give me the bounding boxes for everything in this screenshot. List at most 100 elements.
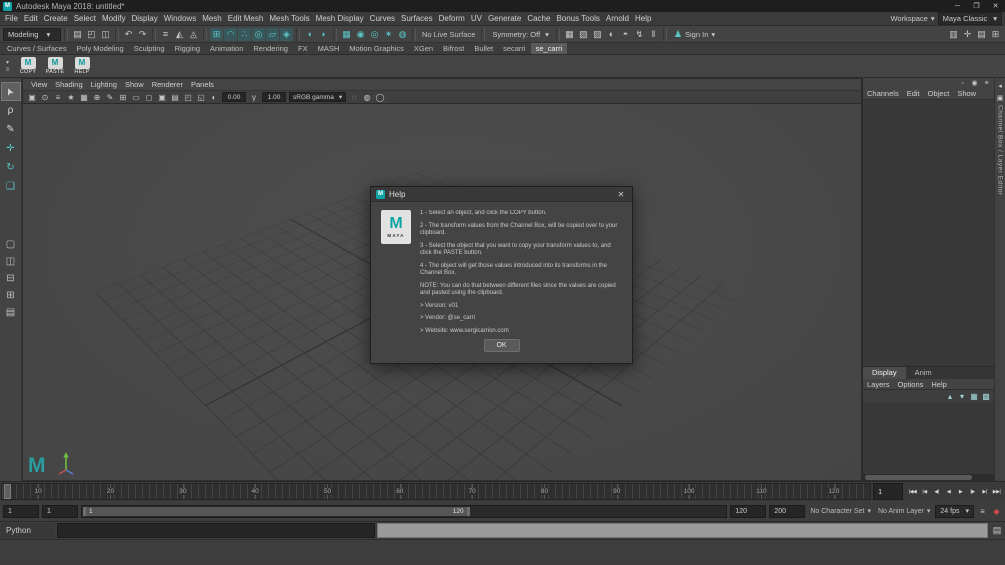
layer-editor-menu-item[interactable]: Options: [894, 380, 928, 389]
menu-item[interactable]: Bonus Tools: [553, 14, 602, 23]
sign-in-button[interactable]: ♟ Sign In ▾: [670, 29, 719, 40]
layout-outliner-persp[interactable]: ▤: [2, 305, 19, 320]
snap-to-grid-icon[interactable]: ⊞: [210, 27, 223, 41]
show-channel-box-icon[interactable]: ▤: [975, 28, 988, 41]
ok-button[interactable]: OK: [483, 339, 520, 352]
fps-selector[interactable]: 24 fps ▾: [935, 504, 974, 518]
anim-layer-selector[interactable]: No Anim Layer ▾: [876, 507, 932, 516]
auto-keyframe-icon[interactable]: ◆: [991, 506, 1002, 517]
layout-two-panes-stacked[interactable]: ⊟: [2, 271, 19, 286]
dock-panel-icon[interactable]: ◂: [996, 81, 1005, 90]
create-layer-from-selected-icon[interactable]: ▩: [981, 391, 991, 401]
render-setup-icon[interactable]: ▨: [591, 28, 604, 41]
channel-box-menu-item[interactable]: Show: [953, 89, 980, 98]
panel-menu-item[interactable]: View: [27, 80, 51, 89]
panel-menu-item[interactable]: Renderer: [148, 80, 187, 89]
render-setup-launch-icon[interactable]: ◍: [396, 28, 409, 41]
animation-preferences-icon[interactable]: ≡: [977, 506, 988, 517]
menu-item[interactable]: Mesh Tools: [266, 14, 312, 23]
select-hierarchy-icon[interactable]: ≡: [159, 28, 172, 41]
panel-menu-item[interactable]: Shading: [51, 80, 87, 89]
playback-end-field[interactable]: 120: [730, 504, 767, 518]
show-tool-settings-icon[interactable]: ✛: [961, 28, 974, 41]
paint-selection-tool[interactable]: ✎: [2, 121, 20, 138]
channel-box-menu-item[interactable]: Edit: [903, 89, 924, 98]
script-editor-icon[interactable]: ▤: [990, 523, 1004, 538]
gamma-field[interactable]: 1.00: [262, 92, 286, 102]
channel-list-area[interactable]: [863, 100, 994, 366]
layout-single-pane[interactable]: ▢: [2, 237, 19, 252]
output-connections-icon[interactable]: ◗: [317, 28, 330, 41]
render-settings-icon[interactable]: ✶: [382, 28, 395, 41]
command-result-field[interactable]: [377, 523, 988, 538]
channel-box-menu-item[interactable]: Object: [924, 89, 954, 98]
menu-item[interactable]: Mesh: [199, 14, 225, 23]
shelf-tab[interactable]: FX: [293, 43, 313, 54]
menu-item[interactable]: Surfaces: [398, 14, 436, 23]
time-slider-track[interactable]: 10 20 30 40 50 60 70 80 90 100 110 120: [1, 483, 871, 500]
new-scene-icon[interactable]: ▤: [71, 28, 84, 41]
resolution-gate-icon[interactable]: ◻: [143, 91, 155, 103]
shelf-tab[interactable]: Bifrost: [438, 43, 469, 54]
show-attribute-editor-icon[interactable]: ▥: [947, 28, 960, 41]
fast-interaction-icon[interactable]: ↯: [633, 28, 646, 41]
close-button[interactable]: ✕: [986, 0, 1005, 12]
menu-item[interactable]: Display: [129, 14, 161, 23]
title-bar[interactable]: M Autodesk Maya 2018: untitled* ─ ❐ ✕: [0, 0, 1005, 12]
grid-icon[interactable]: ⊞: [117, 91, 129, 103]
view-transform-selector[interactable]: sRGB gamma ▾: [289, 92, 347, 102]
step-back-frame-button[interactable]: |◀: [919, 485, 930, 498]
menu-item[interactable]: Curves: [367, 14, 398, 23]
step-back-key-button[interactable]: ◀|: [931, 485, 942, 498]
grease-pencil-icon[interactable]: ✎: [104, 91, 116, 103]
no-manips-icon[interactable]: ◦: [958, 79, 967, 88]
snap-to-view-plane-icon[interactable]: ▱: [266, 27, 279, 41]
scrollbar-thumb[interactable]: [865, 475, 973, 480]
safe-title-icon[interactable]: ◱: [195, 91, 207, 103]
current-frame-field[interactable]: 1: [873, 483, 903, 500]
shelf-tab-menu-icon[interactable]: ▾: [2, 60, 13, 66]
snap-to-point-icon[interactable]: ∴: [238, 27, 251, 41]
menu-item[interactable]: Edit Mesh: [225, 14, 267, 23]
channel-box-vertical-tab[interactable]: Channel Box / Layer Editor: [997, 105, 1004, 196]
menu-item[interactable]: Windows: [161, 14, 199, 23]
layer-editor-menu-item[interactable]: Help: [927, 380, 950, 389]
keyable-filter-icon[interactable]: ≡: [982, 79, 991, 88]
command-language-toggle[interactable]: Python: [1, 523, 55, 538]
snap-to-projected-center-icon[interactable]: ◎: [252, 27, 265, 41]
workspace-selector[interactable]: Maya Classic ▾: [937, 12, 1002, 25]
shelf-tab[interactable]: secarri: [498, 43, 531, 54]
command-input[interactable]: [57, 523, 375, 538]
bookmarks-icon[interactable]: ★: [65, 91, 77, 103]
uv-editor-icon[interactable]: ▧: [577, 28, 590, 41]
layer-editor-tab[interactable]: Anim: [906, 367, 941, 379]
panel-menu-item[interactable]: Lighting: [87, 80, 121, 89]
menu-item[interactable]: Select: [71, 14, 99, 23]
shelf-tab[interactable]: Animation: [205, 43, 248, 54]
show-modeling-toolkit-icon[interactable]: ⊞: [989, 28, 1002, 41]
safe-action-icon[interactable]: ◰: [182, 91, 194, 103]
step-forward-frame-button[interactable]: ▶|: [979, 485, 990, 498]
no-live-surface-label[interactable]: No Live Surface: [419, 30, 478, 39]
shelf-editor-icon[interactable]: ≡: [2, 67, 13, 73]
play-forwards-button[interactable]: ▶: [955, 485, 966, 498]
image-plane-icon[interactable]: ▦: [78, 91, 90, 103]
select-object-icon[interactable]: ◭: [173, 28, 186, 41]
look-dev-icon[interactable]: ◐: [605, 28, 618, 41]
dialog-title-bar[interactable]: M Help ✕: [371, 187, 632, 202]
menu-item[interactable]: UV: [468, 14, 485, 23]
shelf-button-help[interactable]: M HELP: [70, 57, 94, 75]
menu-item[interactable]: Arnold: [603, 14, 632, 23]
current-time-indicator[interactable]: [4, 484, 11, 499]
open-render-view-icon[interactable]: ▦: [340, 28, 353, 41]
menu-item[interactable]: Deform: [436, 14, 468, 23]
layout-four-panes[interactable]: ⊞: [2, 288, 19, 303]
camera-attributes-icon[interactable]: ≡: [52, 91, 64, 103]
xray-icon[interactable]: ◍: [361, 91, 373, 103]
menu-item[interactable]: Create: [41, 14, 71, 23]
shelf-tab[interactable]: Poly Modeling: [72, 43, 129, 54]
scale-tool[interactable]: ❏: [2, 178, 20, 195]
layer-editor-menu-item[interactable]: Layers: [863, 380, 894, 389]
modeling-toolkit-icon[interactable]: ▦: [563, 28, 576, 41]
film-gate-icon[interactable]: ▭: [130, 91, 142, 103]
